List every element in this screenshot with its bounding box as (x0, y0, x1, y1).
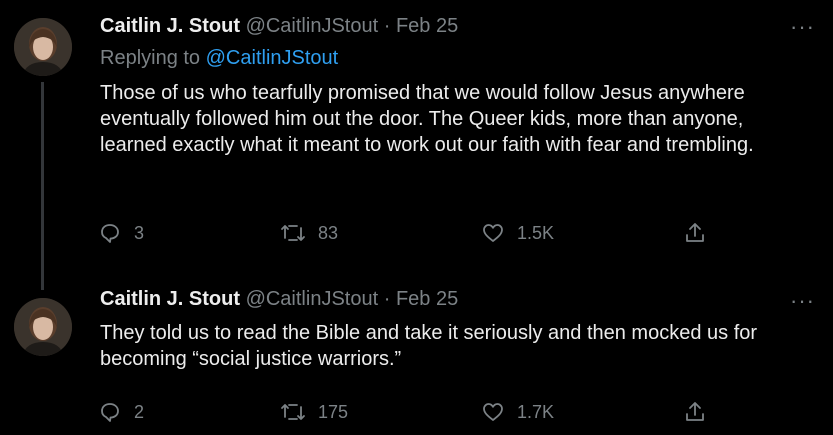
tweet-header: Caitlin J. Stout @CaitlinJStout · Feb 25 (100, 287, 763, 311)
reply-button[interactable]: 2 (98, 397, 144, 427)
handle[interactable]: @CaitlinJStout (246, 15, 379, 37)
retweet-icon (281, 404, 305, 420)
heart-icon (483, 403, 503, 421)
replying-handle-link[interactable]: @CaitlinJStout (206, 47, 339, 69)
replying-to: Replying to @CaitlinJStout (100, 46, 338, 70)
retweet-button[interactable]: 175 (280, 397, 348, 427)
retweet-count: 175 (318, 401, 349, 422)
like-button[interactable]: 1.7K (481, 397, 554, 427)
share-icon (686, 402, 704, 421)
share-button[interactable] (683, 397, 707, 427)
tweet[interactable]: Caitlin J. Stout @CaitlinJStout · Feb 25… (0, 0, 833, 278)
retweet-button[interactable]: 83 (280, 218, 338, 248)
heart-icon (483, 224, 503, 242)
more-options-icon[interactable]: ··· (790, 16, 815, 38)
display-name[interactable]: Caitlin J. Stout (100, 15, 240, 37)
avatar[interactable] (14, 18, 72, 76)
replying-label: Replying to (100, 47, 201, 69)
more-options-icon[interactable]: ··· (790, 290, 815, 312)
share-icon (686, 223, 704, 242)
tweet-text: Those of us who tearfully promised that … (100, 82, 754, 156)
profile-photo-icon (14, 18, 72, 76)
separator: · (383, 15, 391, 37)
handle[interactable]: @CaitlinJStout (246, 288, 379, 310)
tweet[interactable]: Caitlin J. Stout @CaitlinJStout · Feb 25… (0, 262, 833, 435)
reply-icon (101, 224, 119, 243)
tweet-text: They told us to read the Bible and take … (100, 322, 758, 370)
tweet-actions: 3 83 1.5K (98, 218, 738, 248)
like-count: 1.5K (517, 222, 555, 243)
reply-button[interactable]: 3 (98, 218, 144, 248)
share-button[interactable] (683, 218, 707, 248)
profile-photo-icon (14, 298, 72, 356)
retweet-icon (281, 225, 305, 241)
tweet-date[interactable]: Feb 25 (396, 15, 458, 37)
reply-icon (101, 403, 119, 422)
retweet-count: 83 (318, 222, 339, 243)
like-button[interactable]: 1.5K (481, 218, 554, 248)
tweet-date[interactable]: Feb 25 (396, 288, 458, 310)
reply-count: 2 (134, 401, 145, 422)
tweet-actions: 2 175 1.7K (98, 397, 738, 427)
like-count: 1.7K (517, 401, 555, 422)
tweet-header: Caitlin J. Stout @CaitlinJStout · Feb 25 (100, 14, 763, 38)
reply-count: 3 (134, 222, 145, 243)
thread-connector-line (41, 82, 44, 278)
separator: · (383, 288, 391, 310)
thread-connector-line (41, 262, 44, 290)
display-name[interactable]: Caitlin J. Stout (100, 288, 240, 310)
avatar[interactable] (14, 298, 72, 356)
